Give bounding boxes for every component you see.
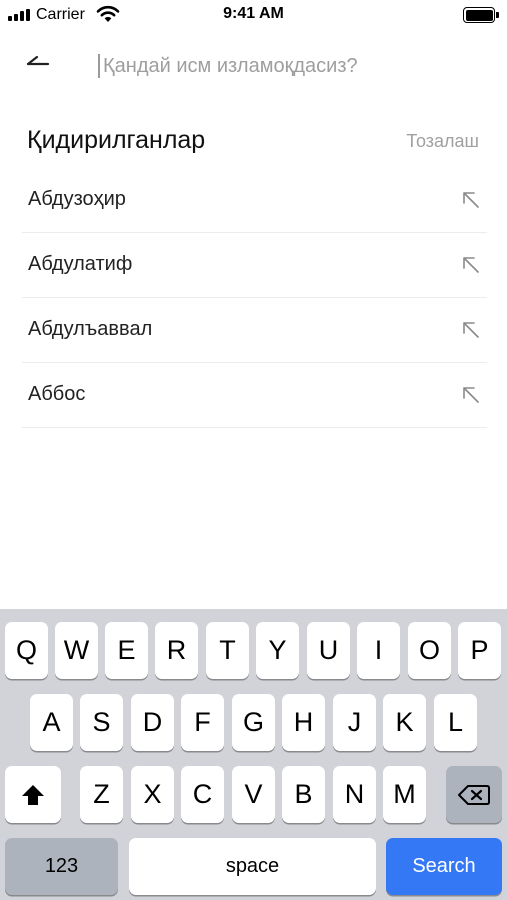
fill-query-arrow-icon[interactable] (461, 320, 481, 340)
key-s[interactable]: S (80, 694, 123, 751)
fill-query-arrow-icon[interactable] (461, 190, 481, 210)
clock: 9:41 AM (223, 5, 284, 22)
clear-history-button[interactable]: Тозалаш (406, 131, 479, 152)
shift-icon (22, 784, 44, 805)
key-b[interactable]: B (282, 766, 325, 823)
keyboard: Q W E R T Y U I O P A S D F G H J K L Z … (0, 609, 507, 900)
numbers-key[interactable]: 123 (5, 838, 118, 895)
recent-searches-list: Абдузоҳир Абдулатиф Абдулъаввал Аббос (22, 168, 487, 428)
key-q[interactable]: Q (5, 622, 48, 679)
key-a[interactable]: A (30, 694, 73, 751)
key-v[interactable]: V (232, 766, 275, 823)
key-w[interactable]: W (55, 622, 98, 679)
recent-searches-title: Қидирилганлар (27, 126, 206, 154)
key-f[interactable]: F (181, 694, 224, 751)
key-g[interactable]: G (232, 694, 275, 751)
key-k[interactable]: K (383, 694, 426, 751)
key-c[interactable]: C (181, 766, 224, 823)
recent-search-label: Аббос (28, 383, 86, 405)
back-button[interactable] (22, 48, 56, 78)
key-n[interactable]: N (333, 766, 376, 823)
status-bar: Carrier 9:41 AM (0, 0, 507, 30)
key-m[interactable]: M (383, 766, 426, 823)
space-key[interactable]: space (129, 838, 376, 895)
key-l[interactable]: L (434, 694, 477, 751)
key-x[interactable]: X (131, 766, 174, 823)
back-arrow-icon (26, 55, 50, 66)
key-o[interactable]: O (408, 622, 451, 679)
key-u[interactable]: U (307, 622, 350, 679)
search-field[interactable] (98, 50, 488, 82)
recent-search-label: Абдузоҳир (28, 188, 126, 210)
key-d[interactable]: D (131, 694, 174, 751)
key-p[interactable]: P (458, 622, 501, 679)
recent-search-item[interactable]: Абдулатиф (22, 233, 487, 298)
key-i[interactable]: I (357, 622, 400, 679)
search-input[interactable] (103, 50, 483, 82)
recent-search-item[interactable]: Аббос (22, 363, 487, 428)
key-h[interactable]: H (282, 694, 325, 751)
battery-icon (463, 7, 499, 23)
recent-search-item[interactable]: Абдулъаввал (22, 298, 487, 363)
key-j[interactable]: J (333, 694, 376, 751)
text-cursor (98, 54, 100, 78)
key-e[interactable]: E (105, 622, 148, 679)
shift-key[interactable] (5, 766, 61, 823)
fill-query-arrow-icon[interactable] (461, 255, 481, 275)
key-r[interactable]: R (155, 622, 198, 679)
delete-key[interactable] (446, 766, 502, 823)
search-key[interactable]: Search (386, 838, 502, 895)
backspace-icon (458, 784, 490, 805)
recent-search-label: Абдулатиф (28, 253, 133, 275)
key-t[interactable]: T (206, 622, 249, 679)
fill-query-arrow-icon[interactable] (461, 385, 481, 405)
recent-search-item[interactable]: Абдузоҳир (22, 168, 487, 233)
key-z[interactable]: Z (80, 766, 123, 823)
key-y[interactable]: Y (256, 622, 299, 679)
recent-search-label: Абдулъаввал (28, 318, 153, 340)
